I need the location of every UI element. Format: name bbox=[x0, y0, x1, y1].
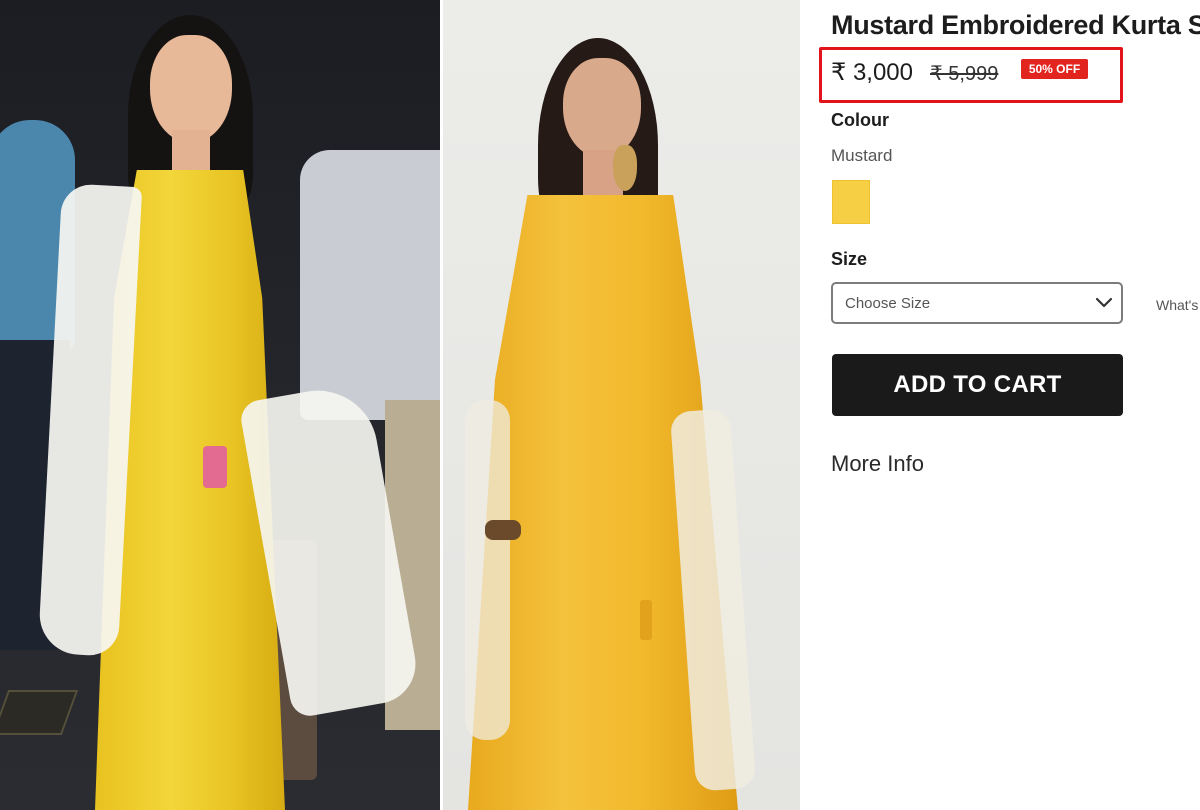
floor-marking bbox=[0, 690, 79, 735]
size-select[interactable]: Choose Size bbox=[831, 282, 1123, 324]
celebrity-photo bbox=[0, 0, 440, 810]
tassel bbox=[640, 600, 652, 640]
price-mrp: ₹ 5,999 bbox=[930, 63, 999, 85]
face bbox=[563, 58, 641, 158]
size-label: Size bbox=[831, 249, 868, 269]
price-current: ₹ 3,000 bbox=[831, 59, 913, 86]
colour-value: Mustard bbox=[831, 146, 893, 165]
neck bbox=[172, 130, 210, 175]
face bbox=[150, 35, 232, 143]
dupatta bbox=[465, 400, 510, 740]
product-title: Mustard Embroidered Kurta Set bbox=[831, 10, 1200, 40]
product-model-photo bbox=[443, 0, 800, 810]
phone bbox=[203, 446, 227, 488]
more-info-link[interactable]: More Info bbox=[831, 451, 924, 477]
discount-badge: 50% OFF bbox=[1021, 59, 1088, 79]
colour-swatch-mustard[interactable] bbox=[832, 180, 870, 224]
size-select-placeholder: Choose Size bbox=[845, 295, 931, 312]
add-to-cart-button[interactable]: ADD TO CART bbox=[832, 354, 1123, 416]
background-person bbox=[300, 150, 440, 420]
bangle bbox=[485, 520, 521, 540]
colour-label: Colour bbox=[831, 110, 889, 130]
chevron-down-icon bbox=[1095, 297, 1113, 308]
size-guide-link[interactable]: What's bbox=[1156, 297, 1198, 313]
earring bbox=[613, 145, 637, 191]
